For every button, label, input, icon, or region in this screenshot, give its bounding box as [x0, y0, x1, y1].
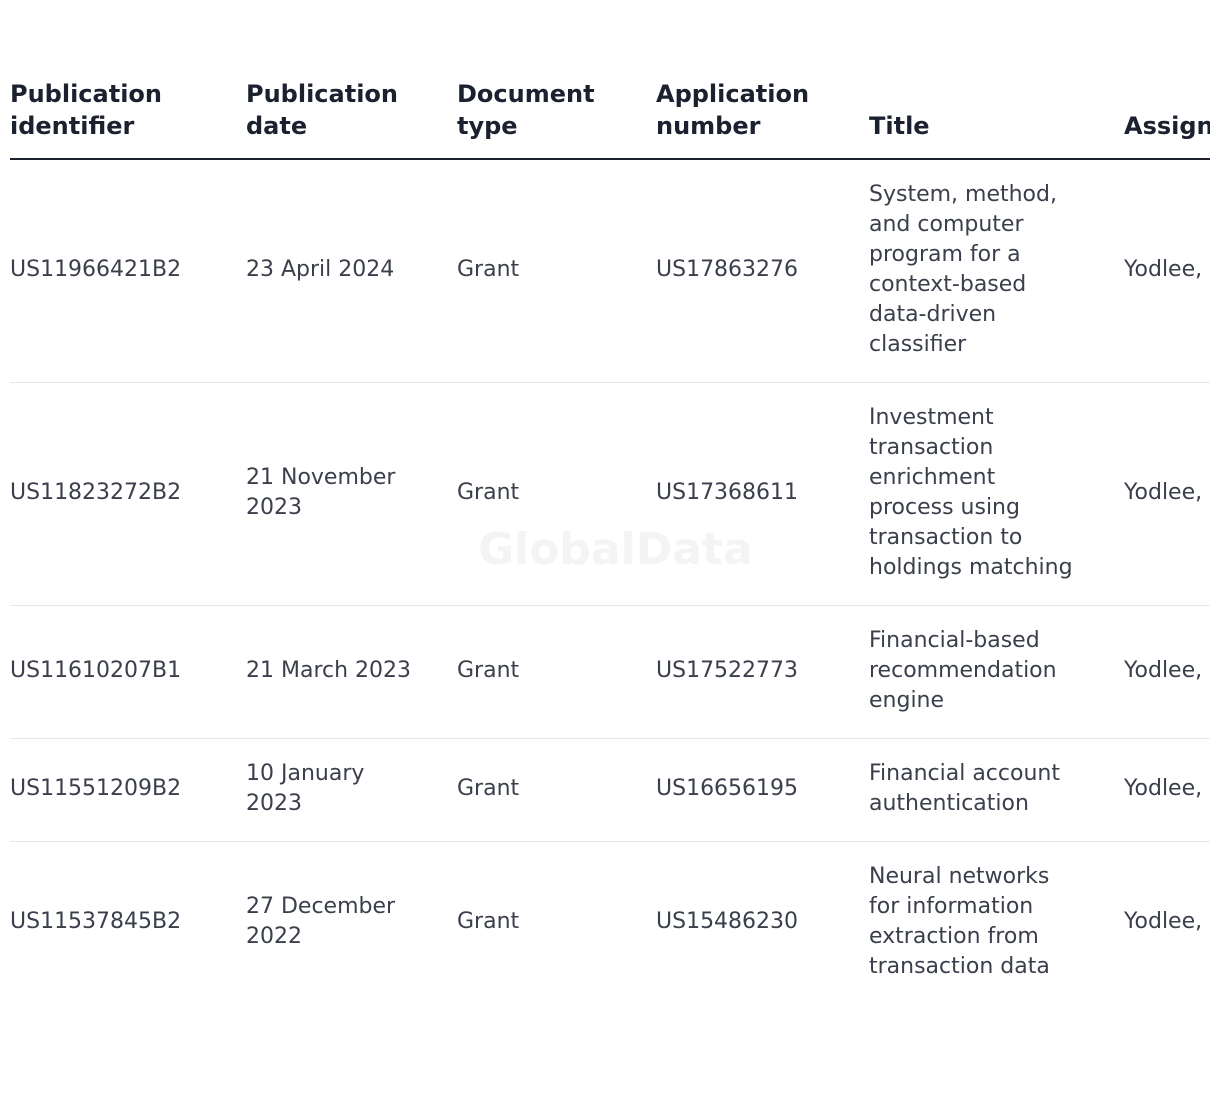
cell-assignee: Yodlee, Inc.	[1124, 605, 1210, 739]
cell-publication-date: 21 November 2023	[246, 382, 457, 606]
cell-document-type: Grant	[457, 605, 656, 739]
cell-assignee: Yodlee, Inc.	[1124, 909, 1210, 934]
cell-title: System, method, and computer program for…	[869, 159, 1124, 383]
cell-document-type: Grant	[457, 738, 656, 842]
header-publication-identifier: Publication identifier	[10, 78, 246, 160]
cell-title: Neural networks for information extracti…	[869, 864, 1050, 979]
cell-publication-date: 23 April 2024	[246, 159, 457, 383]
cell-document-type: Grant	[457, 382, 656, 606]
header-assignee: Assignee	[1124, 78, 1210, 160]
table-row: US11551209B2 10 January 2023 Grant US166…	[10, 738, 1210, 842]
cell-assignee: Yodlee, Inc.	[1124, 382, 1210, 606]
table-row: US11610207B1 21 March 2023 Grant US17522…	[10, 605, 1210, 739]
cell-publication-date: 10 January 2023	[246, 738, 457, 842]
cell-application-number: US15486230	[656, 909, 799, 934]
cell-title: Financial-based recommendation engine	[869, 605, 1124, 739]
cell-publication-date: 27 December 2022	[246, 894, 396, 949]
cell-assignee: Yodlee, Inc.	[1124, 738, 1210, 842]
header-publication-date: Publication date	[246, 78, 457, 160]
cell-application-number: US17863276	[656, 159, 869, 383]
header-title: Title	[869, 78, 1124, 160]
header-application-number: Application number	[656, 78, 869, 160]
cell-publication-identifier: US11823272B2	[10, 382, 246, 606]
cell-application-number: US17368611	[656, 382, 869, 606]
cell-application-number: US17522773	[656, 605, 869, 739]
cell-publication-identifier: US11966421B2	[10, 159, 246, 383]
cell-application-number: US16656195	[656, 738, 869, 842]
cell-document-type: Grant	[457, 159, 656, 383]
cell-publication-identifier: US11551209B2	[10, 738, 246, 842]
cell-document-type: Grant	[457, 909, 520, 934]
cell-publication-date: 21 March 2023	[246, 605, 457, 739]
table-header-row: Publication identifier Publication date Do…	[10, 78, 1210, 160]
cell-publication-identifier: US11610207B1	[10, 605, 246, 739]
header-document-type: Document type	[457, 78, 656, 160]
cell-publication-identifier: US11537845B2	[10, 909, 182, 934]
table-row: US11823272B2 21 November 2023 Grant US17…	[10, 382, 1210, 606]
cell-assignee: Yodlee, Inc.	[1124, 159, 1210, 383]
table-row: US11537845B2 27 December 2022 Grant US15…	[10, 842, 1210, 1005]
cell-title: Financial account authentication	[869, 738, 1124, 842]
patent-table: Publication identifier Publication date Do…	[10, 78, 1210, 1004]
cell-title: Investment transaction enrichment proces…	[869, 382, 1124, 606]
table-row: US11966421B2 23 April 2024 Grant US17863…	[10, 159, 1210, 383]
patent-table-container: Publication identifier Publication date Do…	[10, 0, 1210, 1100]
